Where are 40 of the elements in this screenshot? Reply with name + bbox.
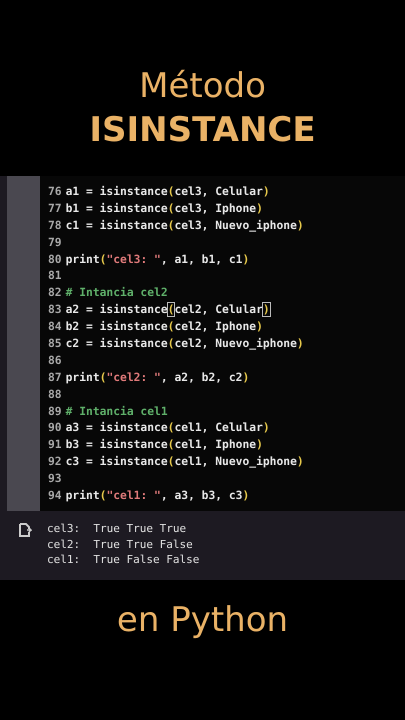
code-line: # Intancia cel1	[66, 404, 168, 420]
code-line: c1 = isinstance(cel3, Nuevo_iphone)	[66, 218, 304, 234]
line-number: 87	[48, 370, 62, 386]
line-number: 78	[48, 218, 62, 234]
code-line: print("cel2: ", a2, b2, c2)	[66, 370, 250, 386]
code-line: b1 = isinstance(cel3, Iphone)	[66, 200, 263, 217]
code-line: c2 = isinstance(cel2, Nuevo_iphone)	[66, 336, 304, 352]
output-line: cel3: True True True	[47, 521, 188, 536]
code-line: # Intancia cel2	[66, 285, 168, 302]
output-line: cel1: True False False	[47, 552, 200, 568]
code-line: a3 = isinstance(cel1, Celular)	[66, 420, 270, 436]
code-line: a1 = isinstance(cel3, Celular)	[66, 184, 270, 200]
code-line: a2 = isinstance(cel2, Celular)	[66, 302, 270, 318]
video-title: Método	[139, 65, 266, 108]
code-line: print("cel1: ", a3, b3, c3)	[66, 488, 250, 504]
line-number: 89	[48, 404, 62, 420]
line-number: 79	[48, 234, 62, 251]
line-number: 91	[48, 437, 62, 454]
video-subtitle: en Python	[116, 599, 290, 642]
video-title: ISINSTANCE	[89, 109, 316, 152]
line-number: 80	[48, 252, 62, 268]
line-number: 81	[48, 268, 62, 284]
line-number: 84	[48, 319, 62, 336]
line-number: 82	[48, 285, 62, 302]
line-number: 77	[48, 200, 62, 217]
code-line: print("cel3: ", a1, b1, c1)	[66, 252, 250, 268]
line-number: 86	[48, 352, 62, 369]
line-number: 93	[48, 471, 62, 488]
code-line: b3 = isinstance(cel1, Iphone)	[66, 437, 263, 454]
line-number: 85	[48, 336, 62, 352]
code-line: b2 = isinstance(cel2, Iphone)	[66, 319, 263, 336]
output-line: cel2: True True False	[47, 536, 194, 552]
line-number: 88	[48, 386, 62, 403]
code-line: c3 = isinstance(cel1, Nuevo_iphone)	[66, 454, 304, 470]
line-number: 94	[48, 488, 62, 504]
line-number: 90	[48, 420, 62, 436]
line-number: 92	[48, 454, 62, 470]
output-icon[interactable]	[18, 523, 32, 537]
line-number: 76	[48, 184, 62, 200]
line-number: 83	[48, 302, 62, 318]
